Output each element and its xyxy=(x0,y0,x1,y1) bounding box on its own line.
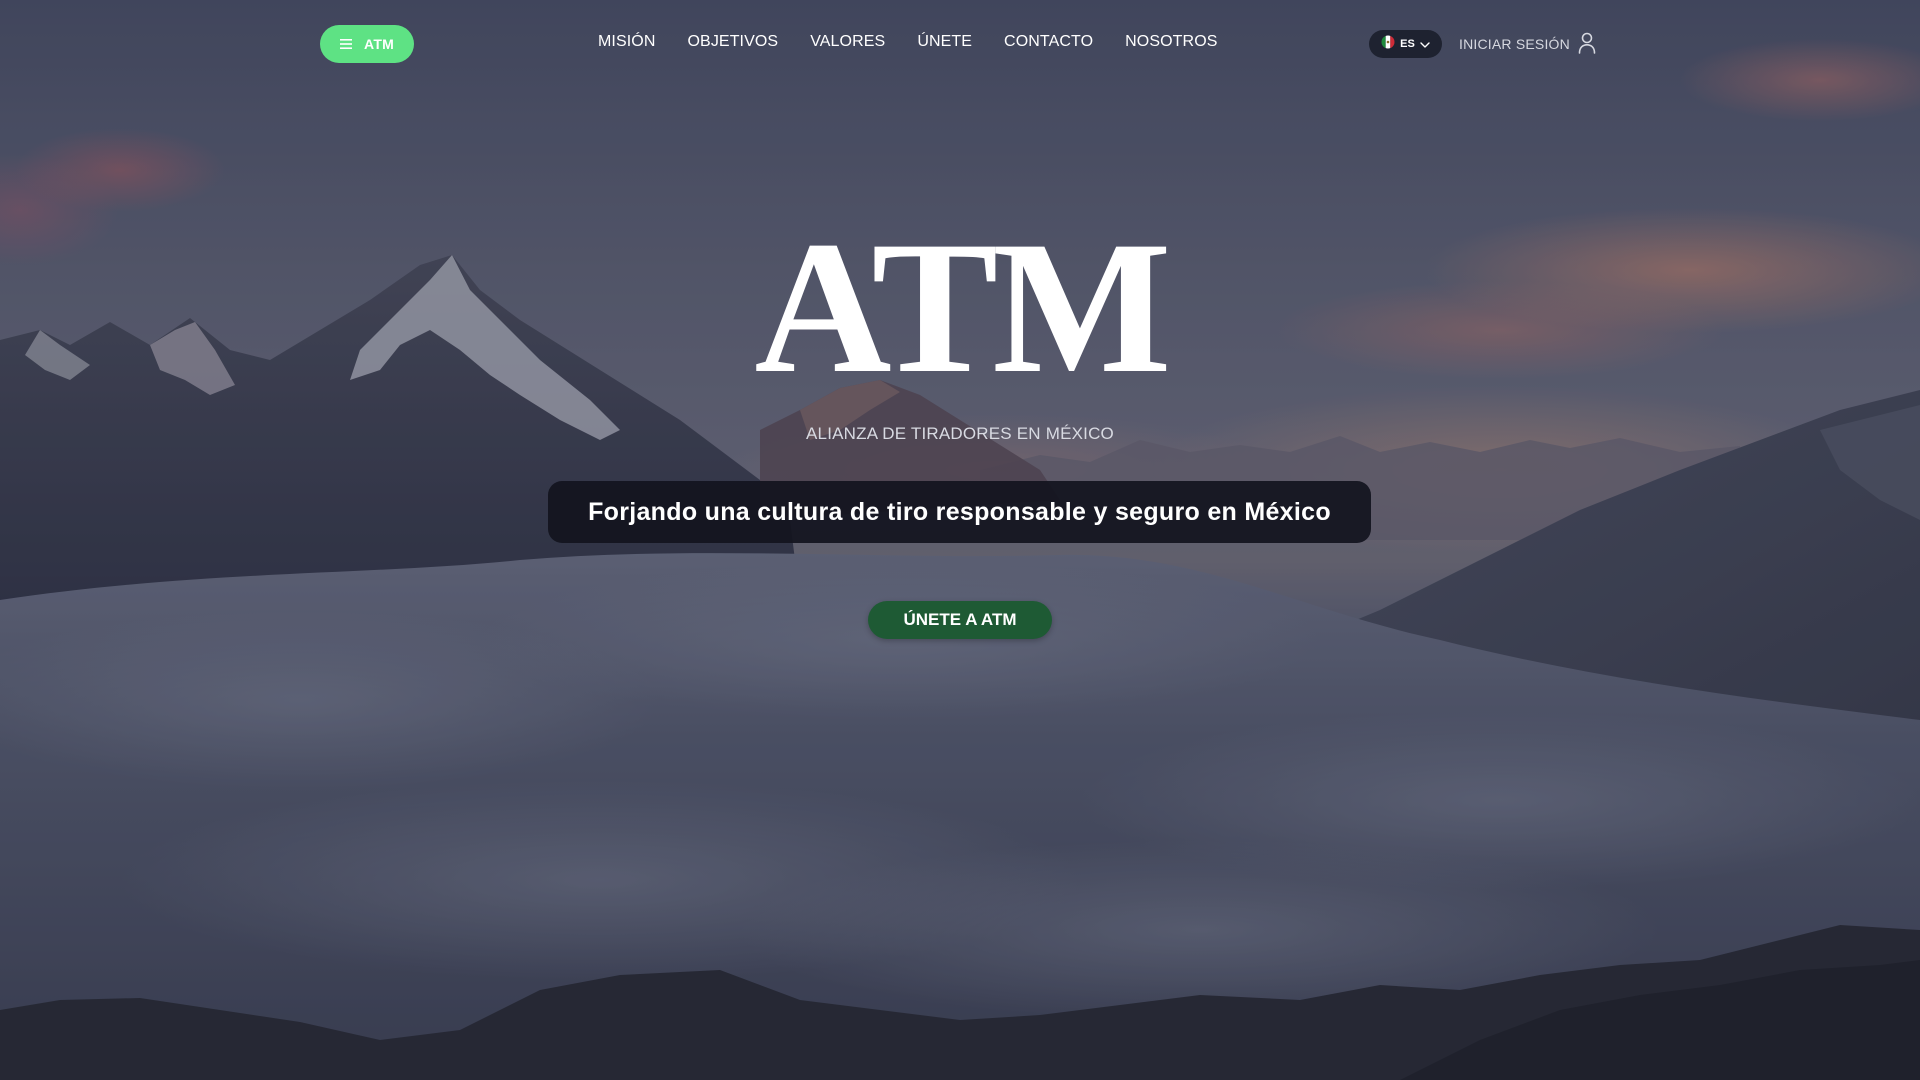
site-header: ATM MISIÓN OBJETIVOS VALORES ÚNETE CONTA… xyxy=(0,0,1920,88)
user-icon[interactable] xyxy=(1578,32,1596,59)
hero-subtitle: ALIANZA DE TIRADORES EN MÉXICO xyxy=(806,424,1114,443)
hero-tagline: Forjando una cultura de tiro responsable… xyxy=(588,497,1331,526)
nav-link-unete[interactable]: ÚNETE xyxy=(917,33,972,51)
tagline-box: Forjando una cultura de tiro responsable… xyxy=(548,481,1371,543)
nav-link-nosotros[interactable]: NOSOTROS xyxy=(1125,33,1217,51)
hero-title: ATM xyxy=(754,203,1171,413)
login-link[interactable]: INICIAR SESIÓN xyxy=(1459,36,1570,52)
hamburger-icon xyxy=(340,39,353,49)
language-selector[interactable]: ES xyxy=(1369,30,1442,58)
nav-link-valores[interactable]: VALORES xyxy=(810,33,885,51)
chevron-down-icon xyxy=(1420,35,1430,53)
menu-button[interactable]: ATM xyxy=(320,25,414,63)
page: ATM MISIÓN OBJETIVOS VALORES ÚNETE CONTA… xyxy=(0,0,1920,1080)
language-code: ES xyxy=(1400,38,1415,50)
nav-link-objetivos[interactable]: OBJETIVOS xyxy=(688,33,779,51)
menu-button-label: ATM xyxy=(364,36,394,52)
nav-link-contacto[interactable]: CONTACTO xyxy=(1004,33,1093,51)
join-atm-button[interactable]: ÚNETE A ATM xyxy=(868,601,1052,639)
main-nav: MISIÓN OBJETIVOS VALORES ÚNETE CONTACTO … xyxy=(598,33,1218,51)
nav-link-mision[interactable]: MISIÓN xyxy=(598,33,656,51)
mexico-flag-icon xyxy=(1381,35,1395,54)
